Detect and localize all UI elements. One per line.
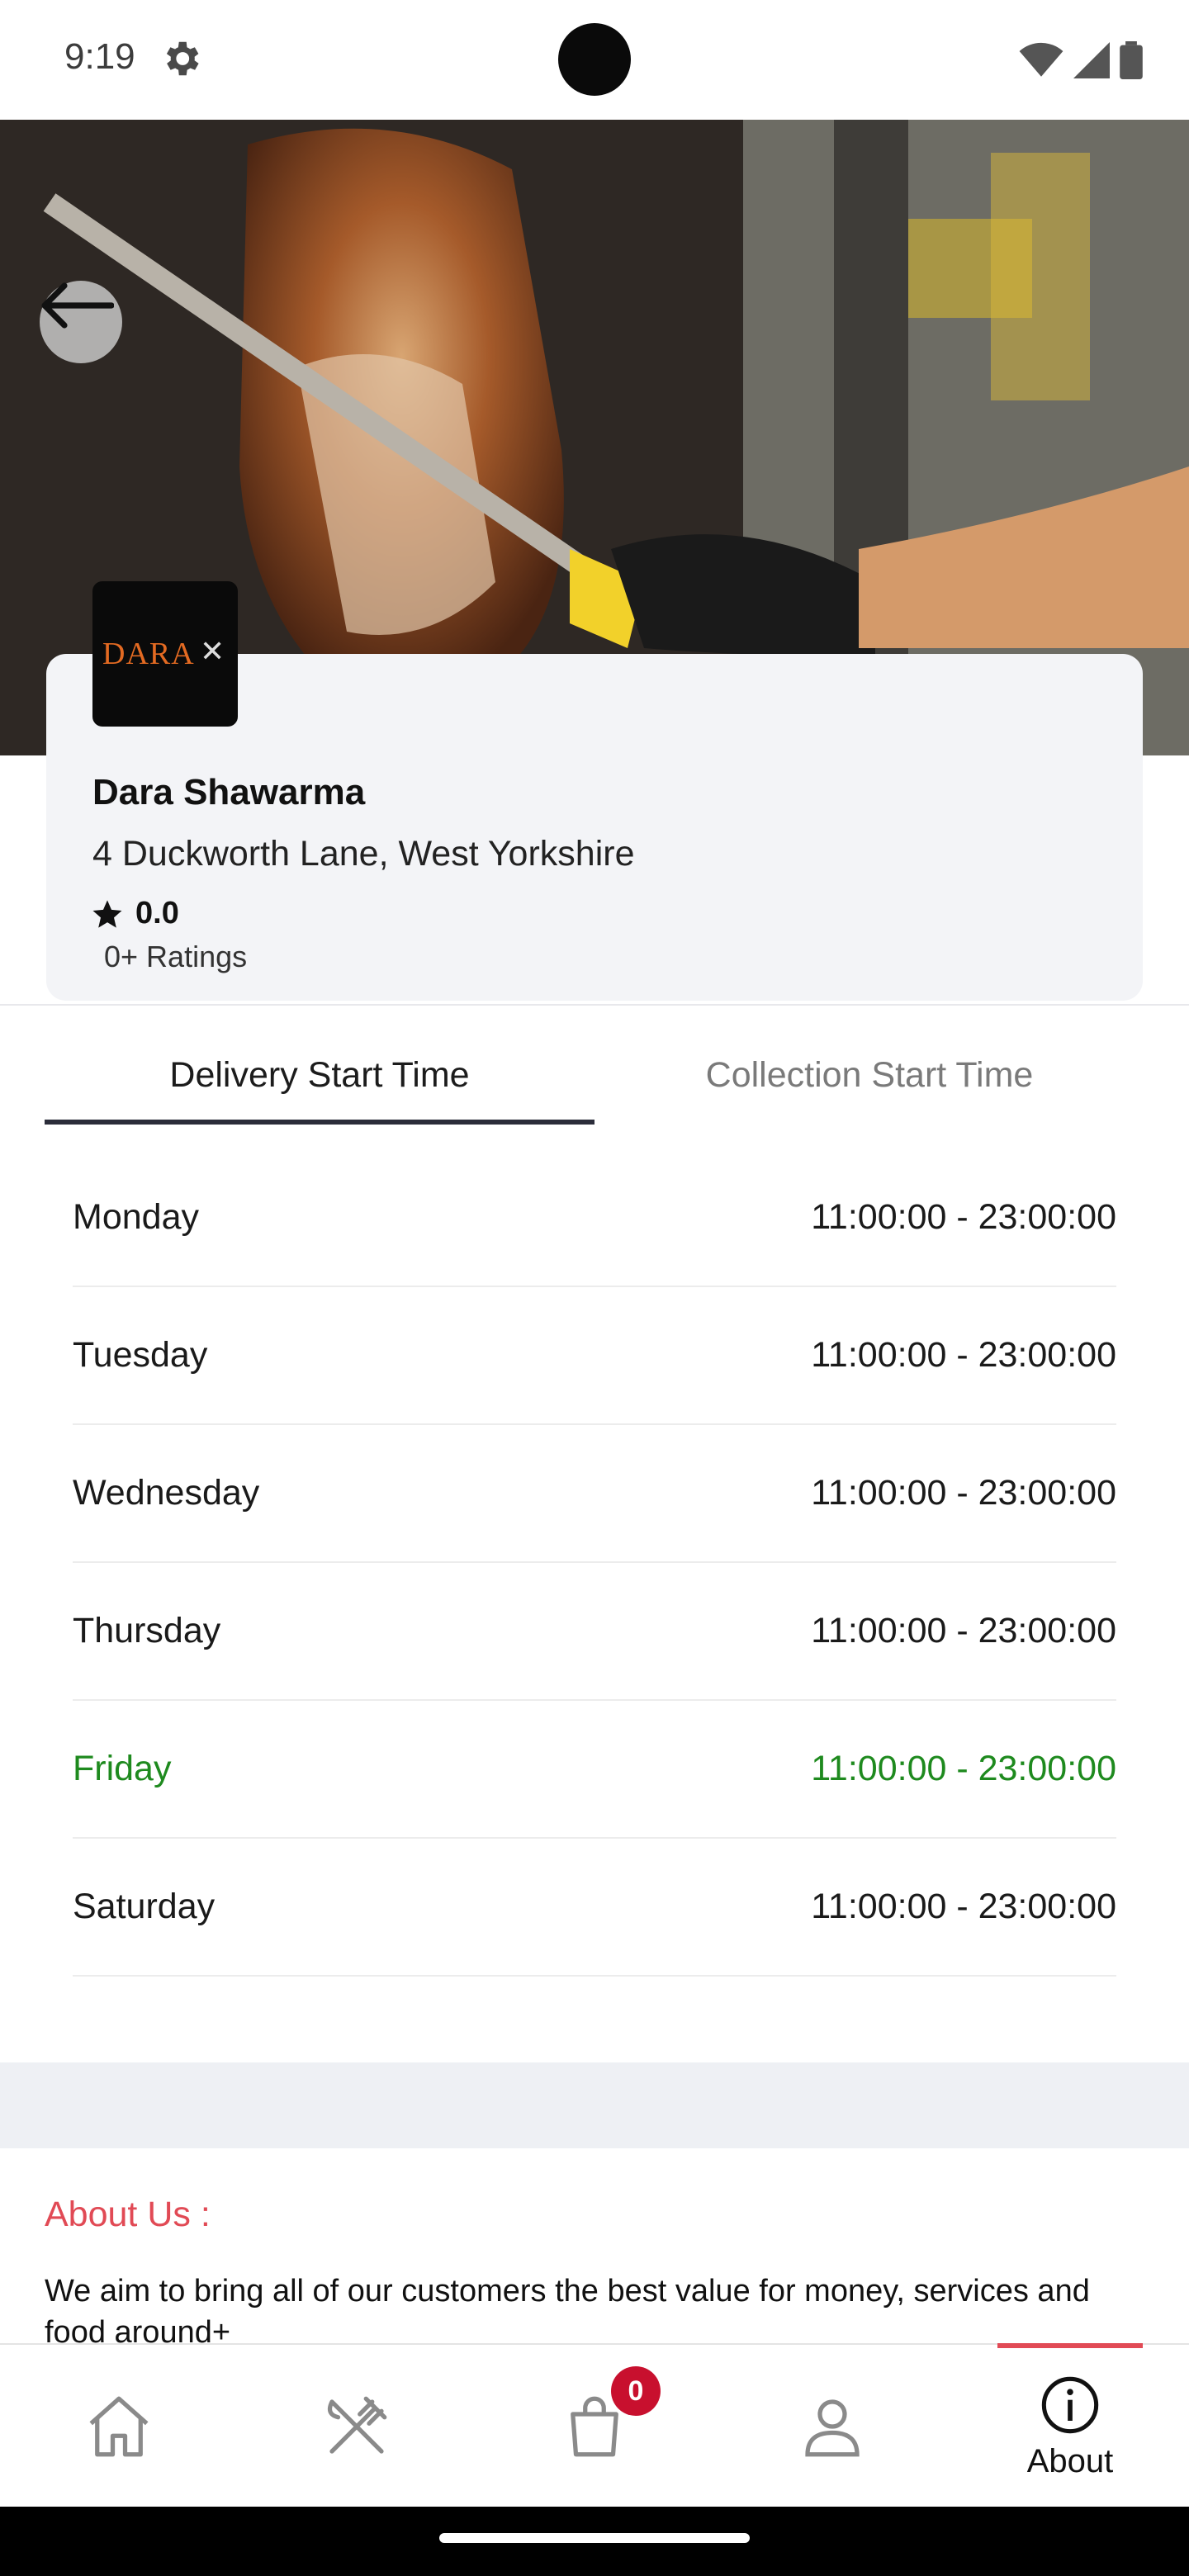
restaurant-name: Dara Shawarma xyxy=(92,772,366,812)
day-label: Monday xyxy=(73,1197,199,1237)
home-icon xyxy=(89,2396,149,2457)
restaurant-logo: DARA ✕ xyxy=(92,581,238,727)
schedule-row-wednesday: Wednesday 11:00:00 - 23:00:00 xyxy=(73,1425,1116,1563)
tab-delivery-start-time[interactable]: Delivery Start Time xyxy=(45,1032,594,1125)
hours-label: 11:00:00 - 23:00:00 xyxy=(811,1197,1116,1237)
rating-row: 0.0 xyxy=(91,896,179,931)
day-label: Saturday xyxy=(73,1887,216,1926)
schedule-row-monday: Monday 11:00:00 - 23:00:00 xyxy=(73,1149,1116,1287)
bottom-navigation: About xyxy=(0,2343,1189,2507)
nav-home[interactable] xyxy=(46,2345,192,2508)
rating-value: 0.0 xyxy=(135,896,179,930)
hours-label: 11:00:00 - 23:00:00 xyxy=(811,1887,1116,1926)
schedule-row-saturday: Saturday 11:00:00 - 23:00:00 xyxy=(73,1839,1116,1977)
about-text: We aim to bring all of our customers the… xyxy=(45,2274,1090,2350)
camera-cutout xyxy=(558,23,631,96)
home-gesture-pill[interactable] xyxy=(439,2533,750,2543)
signal-icon xyxy=(1073,42,1110,78)
schedule-list: Monday 11:00:00 - 23:00:00 Tuesday 11:00… xyxy=(73,1149,1116,1977)
schedule-row-friday: Friday 11:00:00 - 23:00:00 xyxy=(73,1701,1116,1839)
status-icons xyxy=(1019,41,1143,79)
settings-gear-icon xyxy=(166,41,199,76)
tab-collection-start-time[interactable]: Collection Start Time xyxy=(594,1032,1144,1125)
day-label: Thursday xyxy=(73,1611,221,1650)
user-icon xyxy=(805,2399,860,2457)
star-icon xyxy=(92,899,122,928)
about-title: About Us : xyxy=(45,2195,211,2234)
nav-menu[interactable] xyxy=(284,2345,429,2508)
nav-about-label: About xyxy=(1026,2442,1114,2479)
logo-utensils-icon: ✕ xyxy=(200,634,225,668)
cart-count-badge: 0 xyxy=(611,2366,661,2416)
logo-text: DARA xyxy=(102,637,195,671)
status-bar: 9:19 xyxy=(0,0,1189,120)
hours-label: 11:00:00 - 23:00:00 xyxy=(811,1335,1116,1375)
hours-label: 11:00:00 - 23:00:00 xyxy=(811,1749,1116,1788)
section-separator xyxy=(0,2062,1189,2148)
day-label: Friday xyxy=(73,1749,172,1788)
divider xyxy=(0,1004,1189,1006)
battery-icon xyxy=(1120,41,1143,79)
day-label: Tuesday xyxy=(73,1335,208,1375)
info-icon xyxy=(1041,2376,1099,2433)
arrow-left-icon xyxy=(41,282,114,329)
back-button[interactable] xyxy=(40,281,122,363)
hours-label: 11:00:00 - 23:00:00 xyxy=(811,1611,1116,1650)
schedule-row-tuesday: Tuesday 11:00:00 - 23:00:00 xyxy=(73,1287,1116,1425)
utensils-icon xyxy=(327,2396,387,2454)
rating-count: 0+ Ratings xyxy=(104,940,248,973)
nav-about[interactable]: About xyxy=(997,2343,1143,2508)
schedule-row-thursday: Thursday 11:00:00 - 23:00:00 xyxy=(73,1563,1116,1701)
hours-label: 11:00:00 - 23:00:00 xyxy=(811,1473,1116,1513)
status-time: 9:19 xyxy=(64,36,135,77)
wifi-icon xyxy=(1019,42,1063,77)
time-tabs: Delivery Start Time Collection Start Tim… xyxy=(45,1032,1144,1125)
day-label: Wednesday xyxy=(73,1473,260,1513)
nav-account[interactable] xyxy=(760,2345,905,2508)
restaurant-address: 4 Duckworth Lane, West Yorkshire xyxy=(92,834,635,874)
